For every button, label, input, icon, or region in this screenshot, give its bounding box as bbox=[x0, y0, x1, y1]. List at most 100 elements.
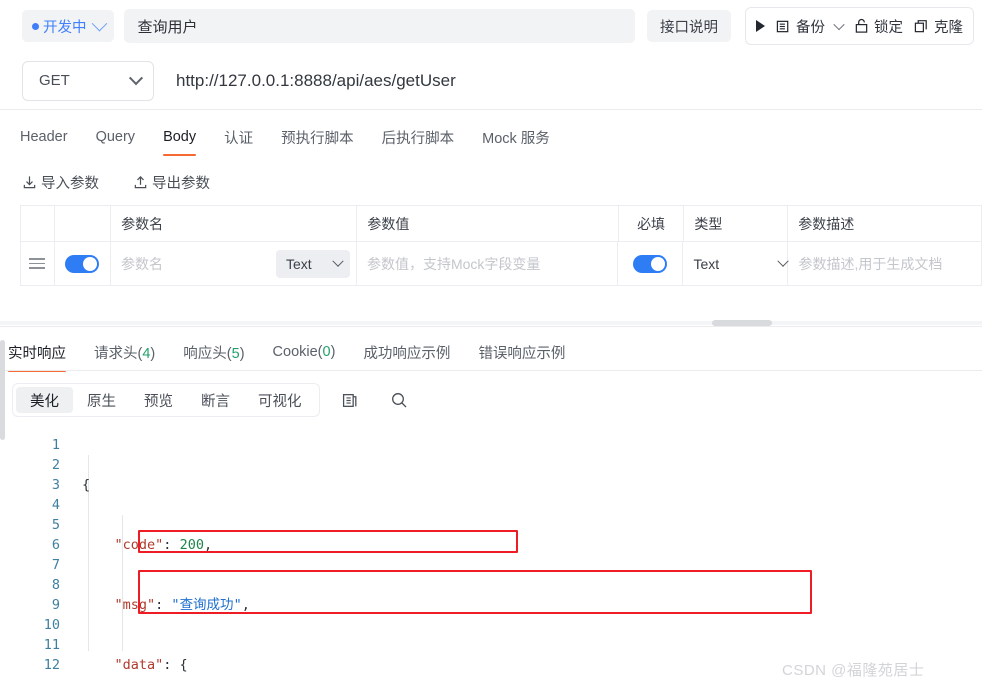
method-select[interactable]: GET bbox=[22, 60, 154, 101]
tab-error-example[interactable]: 错误响应示例 bbox=[478, 342, 565, 363]
json-value-msg: 查询成功 bbox=[179, 597, 234, 613]
table-header-row: 参数名 参数值 必填 类型 参数描述 bbox=[21, 206, 982, 241]
tab-cookie[interactable]: Cookie(0) bbox=[273, 344, 336, 360]
clone-icon bbox=[914, 19, 927, 32]
search-button[interactable] bbox=[382, 385, 416, 415]
tab-count: 0 bbox=[322, 344, 331, 360]
api-doc-label: 接口说明 bbox=[660, 19, 718, 36]
format-tab-group: 美化 原生 预览 断言 可视化 bbox=[12, 383, 320, 417]
watermark: CSDN @福隆苑居士 bbox=[782, 662, 925, 679]
action-toolbar: 备份 锁定 克隆 bbox=[745, 7, 974, 45]
required-toggle[interactable] bbox=[633, 254, 668, 273]
api-title-value: 查询用户 bbox=[137, 18, 198, 36]
line-number: 10 bbox=[43, 617, 60, 633]
row-drag-handle[interactable] bbox=[21, 241, 55, 285]
param-required-cell bbox=[617, 241, 684, 285]
line-number: 12 bbox=[43, 657, 60, 673]
tab-realtime-response[interactable]: 实时响应 bbox=[8, 342, 66, 372]
enable-toggle[interactable] bbox=[65, 254, 100, 273]
line-number: 1 bbox=[51, 437, 60, 453]
drag-handle-icon bbox=[29, 258, 46, 269]
th-name: 参数名 bbox=[111, 206, 358, 241]
lock-label: 锁定 bbox=[874, 19, 903, 36]
backup-icon bbox=[776, 20, 789, 32]
horizontal-scrollbar-track[interactable] bbox=[0, 321, 982, 325]
import-params-button[interactable]: 导入参数 bbox=[22, 172, 99, 193]
line-number: 4 bbox=[51, 497, 60, 513]
tab-mock-service[interactable]: Mock 服务 bbox=[482, 127, 550, 150]
clone-button[interactable]: 克隆 bbox=[914, 16, 963, 37]
backup-label: 备份 bbox=[796, 19, 825, 36]
response-body-viewer[interactable]: 1 2 3 4 5 6 7 8 9 10 11 12 { "code": 200… bbox=[0, 428, 982, 691]
param-name-cell: 参数名 Text bbox=[111, 241, 357, 285]
param-type-value: Text bbox=[693, 255, 720, 272]
param-name-type-value: Text bbox=[285, 255, 312, 272]
tab-post-script[interactable]: 后执行脚本 bbox=[382, 127, 455, 150]
tab-request-headers[interactable]: 请求头(4) bbox=[94, 342, 155, 363]
th-desc: 参数描述 bbox=[788, 206, 982, 241]
status-dot-icon bbox=[32, 22, 39, 30]
th-type: 类型 bbox=[684, 206, 789, 241]
tab-label: 成功响应示例 bbox=[363, 345, 451, 362]
th-enable bbox=[54, 206, 112, 241]
chevron-down-icon bbox=[91, 15, 107, 31]
method-value: GET bbox=[39, 72, 70, 89]
tab-success-example[interactable]: 成功响应示例 bbox=[363, 342, 450, 363]
copy-button[interactable] bbox=[334, 385, 368, 415]
tab-label: 响应头 bbox=[183, 345, 227, 362]
request-tabs: Header Query Body 认证 预执行脚本 后执行脚本 Mock 服务 bbox=[0, 119, 982, 157]
tab-auth[interactable]: 认证 bbox=[224, 127, 253, 150]
tab-response-headers[interactable]: 响应头(5) bbox=[183, 342, 244, 363]
format-tab-raw[interactable]: 原生 bbox=[73, 387, 130, 413]
divider bbox=[0, 109, 982, 110]
export-params-button[interactable]: 导出参数 bbox=[133, 172, 210, 193]
send-button[interactable] bbox=[756, 20, 765, 32]
param-value-input[interactable]: 参数值，支持Mock字段变量 bbox=[367, 254, 540, 274]
th-required: 必填 bbox=[618, 206, 685, 241]
lock-button[interactable]: 锁定 bbox=[854, 16, 903, 37]
format-tab-beautify[interactable]: 美化 bbox=[16, 387, 73, 413]
format-tab-visualize[interactable]: 可视化 bbox=[244, 387, 316, 413]
chevron-down-icon[interactable] bbox=[833, 18, 845, 31]
lock-icon bbox=[855, 18, 868, 33]
code-line: "msg": "查询成功", bbox=[114, 597, 250, 613]
param-name-type-select[interactable]: Text bbox=[275, 249, 350, 278]
api-title-input[interactable]: 查询用户 bbox=[123, 9, 635, 43]
tab-header[interactable]: Header bbox=[20, 129, 68, 147]
export-params-label: 导出参数 bbox=[152, 175, 210, 192]
param-table: 参数名 参数值 必填 类型 参数描述 参数名 Text 参数值，支持Mock字段… bbox=[20, 205, 982, 286]
url-input[interactable]: http://127.0.0.1:8888/api/aes/getUser bbox=[154, 60, 982, 101]
param-type-cell: Text bbox=[683, 241, 790, 285]
param-name-input[interactable]: 参数名 bbox=[121, 254, 163, 274]
format-tab-preview[interactable]: 预览 bbox=[130, 387, 187, 413]
code-line: { bbox=[82, 477, 91, 493]
copy-icon bbox=[342, 393, 357, 407]
row-enable-toggle-cell bbox=[54, 241, 111, 285]
line-number: 11 bbox=[43, 637, 60, 653]
top-bar: 开发中 查询用户 接口说明 备份 锁定 克隆 bbox=[0, 0, 982, 52]
url-bar: GET http://127.0.0.1:8888/api/aes/getUse… bbox=[0, 52, 982, 109]
line-number-gutter: 1 2 3 4 5 6 7 8 9 10 11 12 bbox=[0, 428, 70, 691]
param-type-select[interactable]: Text bbox=[693, 255, 790, 272]
param-io-row: 导入参数 导出参数 bbox=[0, 165, 982, 199]
divider bbox=[0, 370, 982, 371]
api-doc-button[interactable]: 接口说明 bbox=[647, 10, 731, 42]
line-number: 8 bbox=[51, 577, 60, 593]
tab-body[interactable]: Body bbox=[163, 129, 197, 156]
param-desc-input[interactable]: 参数描述,用于生成文档 bbox=[798, 254, 942, 274]
line-number: 5 bbox=[51, 517, 60, 533]
chevron-down-icon bbox=[128, 70, 144, 85]
status-dropdown[interactable]: 开发中 bbox=[22, 10, 114, 42]
param-value-cell: 参数值，支持Mock字段变量 bbox=[356, 241, 618, 285]
tab-pre-script[interactable]: 预执行脚本 bbox=[281, 127, 354, 150]
line-number: 6 bbox=[51, 537, 60, 553]
tab-query[interactable]: Query bbox=[96, 129, 136, 147]
tab-label: Cookie bbox=[272, 344, 318, 360]
json-value-code: 200 bbox=[179, 537, 204, 553]
code-line: "code": 200, bbox=[114, 537, 213, 553]
line-number: 7 bbox=[51, 557, 60, 573]
backup-button[interactable]: 备份 bbox=[776, 16, 845, 37]
play-icon bbox=[756, 20, 765, 32]
format-tab-assert[interactable]: 断言 bbox=[187, 387, 244, 413]
vertical-scrollbar-thumb[interactable] bbox=[0, 340, 5, 440]
